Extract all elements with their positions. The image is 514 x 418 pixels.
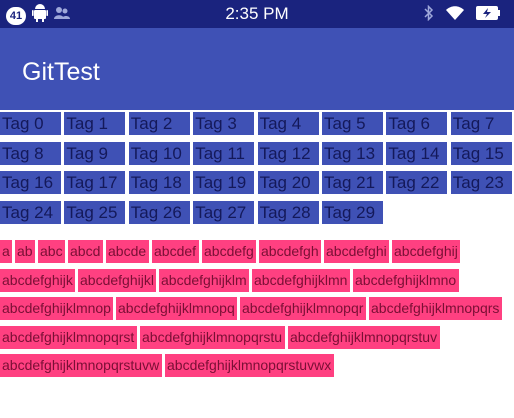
tag-item[interactable]: Tag 24 [0, 200, 61, 224]
battery-icon [476, 6, 500, 25]
word-chip[interactable]: abcdefghijklmnopqr [240, 297, 366, 321]
word-chip[interactable]: abc [38, 240, 65, 263]
word-chip[interactable]: ab [15, 240, 35, 263]
word-chip[interactable]: abcdefghij [392, 240, 460, 263]
tag-item[interactable]: Tag 23 [450, 171, 512, 194]
tag-item[interactable]: Tag 15 [450, 141, 512, 165]
tag-item[interactable]: Tag 1 [64, 112, 126, 135]
word-chip[interactable]: abcdefg [202, 240, 256, 263]
tag-item[interactable]: Tag 29 [322, 200, 383, 224]
word-chip[interactable]: abcdefghi [324, 240, 389, 263]
tag-item[interactable]: Tag 17 [64, 171, 126, 194]
word-chip[interactable]: abcdefghijklmnopqrs [369, 297, 502, 321]
word-chip[interactable]: abcdefghijklmnopqrstu [140, 325, 285, 349]
word-chip[interactable]: abcdefghijklmnopqrstuvwx [165, 354, 334, 378]
tag-item[interactable]: Tag 2 [128, 112, 190, 135]
word-chip[interactable]: abcd [68, 240, 103, 263]
tag-item[interactable]: Tag 18 [128, 171, 190, 194]
tag-item[interactable]: Tag 14 [386, 141, 448, 165]
word-chip[interactable]: abcdefgh [259, 240, 321, 263]
app-bar: GitTest [0, 28, 514, 110]
tag-item[interactable]: Tag 9 [64, 141, 126, 165]
tag-item[interactable]: Tag 5 [322, 112, 383, 135]
tag-item[interactable]: Tag 12 [257, 141, 319, 165]
word-chip[interactable]: abcdef [152, 240, 199, 263]
word-chip[interactable]: abcdefghijklm [159, 268, 249, 292]
tag-item[interactable]: Tag 26 [128, 200, 190, 224]
word-chip[interactable]: abcdefghijklmnop [0, 297, 113, 321]
word-chip[interactable]: abcdefghijklmno [353, 268, 459, 292]
word-chip[interactable]: abcdefghijklmnopq [116, 297, 237, 321]
word-chip[interactable]: a [0, 240, 12, 263]
tag-item[interactable]: Tag 11 [193, 141, 255, 165]
wifi-icon [446, 5, 464, 26]
tag-item[interactable]: Tag 25 [64, 200, 126, 224]
tag-item[interactable]: Tag 6 [386, 112, 448, 135]
tag-item[interactable]: Tag 0 [0, 112, 61, 135]
app-title: GitTest [22, 58, 100, 86]
bluetooth-icon [424, 4, 434, 26]
tag-item[interactable]: Tag 10 [128, 141, 190, 165]
tag-item[interactable]: Tag 13 [322, 141, 383, 165]
tag-item[interactable]: Tag 4 [257, 112, 319, 135]
tag-item[interactable]: Tag 22 [386, 171, 448, 194]
word-chip[interactable]: abcdefghijklmnopqrstuvw [0, 354, 162, 378]
word-chip[interactable]: abcdefghijkl [78, 268, 156, 292]
word-chip[interactable]: abcdefghijklmnopqrstuv [288, 325, 440, 349]
tag-item[interactable]: Tag 21 [322, 171, 383, 194]
word-chip[interactable]: abcdefghijk [0, 268, 75, 292]
tag-item[interactable]: Tag 19 [193, 171, 255, 194]
tag-item[interactable]: Tag 7 [450, 112, 512, 135]
tag-item[interactable]: Tag 8 [0, 141, 61, 165]
tag-item[interactable]: Tag 16 [0, 171, 61, 194]
word-chip[interactable]: abcdefghijklmn [252, 268, 350, 292]
tag-item[interactable]: Tag 3 [193, 112, 255, 135]
tag-item[interactable]: Tag 27 [193, 200, 255, 224]
status-right [424, 4, 500, 26]
tag-item[interactable]: Tag 20 [257, 171, 319, 194]
status-bar: 41 2:35 PM [0, 0, 514, 28]
word-chip[interactable]: abcdefghijklmnopqrst [0, 325, 137, 349]
tag-item[interactable]: Tag 28 [257, 200, 319, 224]
word-chip[interactable]: abcde [106, 240, 149, 263]
